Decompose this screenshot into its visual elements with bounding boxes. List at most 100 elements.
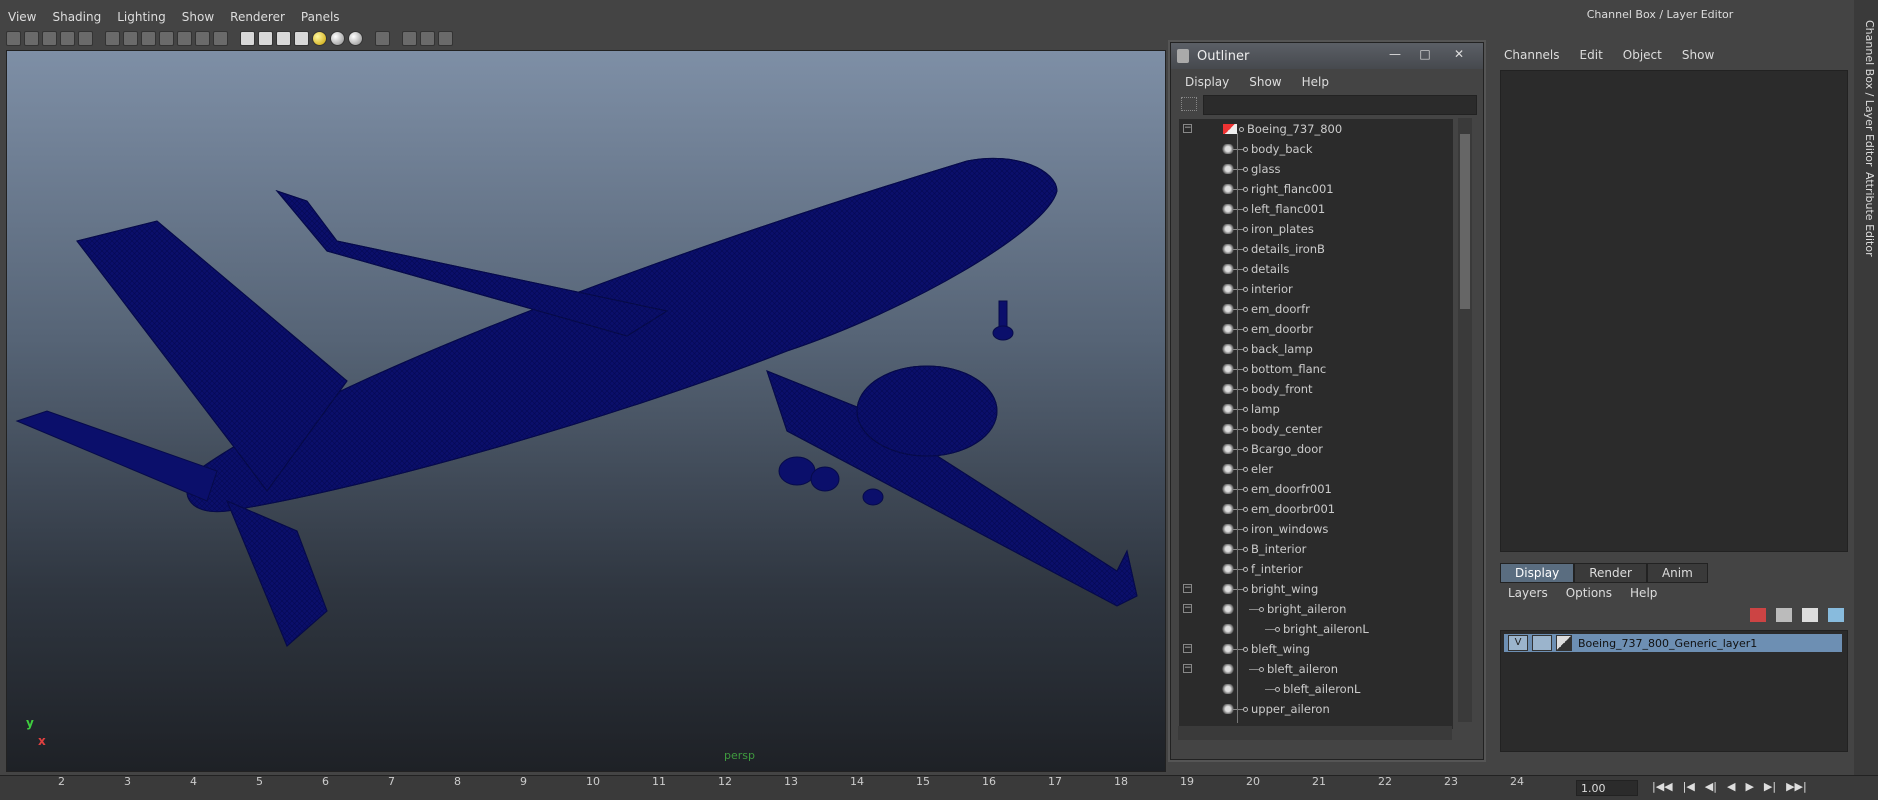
outliner-menu-show[interactable]: Show [1235, 75, 1287, 89]
outliner-item[interactable]: right_flanc001 [1179, 179, 1453, 199]
shadows-icon[interactable] [330, 30, 345, 46]
layer-row[interactable]: V Boeing_737_800_Generic_layer1 [1504, 634, 1842, 652]
collapse-icon[interactable]: − [1183, 604, 1192, 613]
step-forward-frame-button[interactable]: ▶| [1764, 780, 1776, 793]
layer-playback-toggle[interactable] [1532, 635, 1552, 651]
outliner-item[interactable]: em_doorfr001 [1179, 479, 1453, 499]
outliner-item[interactable]: details_ironB [1179, 239, 1453, 259]
outliner-item[interactable]: bright_aileronL [1179, 619, 1453, 639]
layer-color-swatch[interactable] [1556, 635, 1572, 651]
collapse-icon[interactable]: − [1183, 664, 1192, 673]
new-layer-icon[interactable] [1776, 608, 1792, 622]
xray-icon[interactable] [375, 30, 390, 46]
outliner-item[interactable]: eler [1179, 459, 1453, 479]
frame-icon[interactable] [420, 30, 435, 46]
channel-menu-edit[interactable]: Edit [1576, 48, 1619, 66]
outliner-item[interactable]: body_back [1179, 139, 1453, 159]
outliner-menu-display[interactable]: Display [1171, 75, 1235, 89]
outliner-scroll-thumb[interactable] [1460, 134, 1470, 309]
outliner-item[interactable]: em_doorbr001 [1179, 499, 1453, 519]
camera-select-icon[interactable] [6, 30, 21, 46]
share-icon[interactable] [438, 30, 453, 46]
outliner-item[interactable]: body_front [1179, 379, 1453, 399]
side-tab-channel-box[interactable]: Channel Box / Layer Editor [1856, 20, 1876, 167]
outliner-item[interactable]: lamp [1179, 399, 1453, 419]
collapse-icon[interactable]: − [1183, 584, 1192, 593]
layer-visibility-toggle[interactable]: V [1508, 635, 1528, 651]
step-back-key-button[interactable]: |◀ [1683, 780, 1695, 793]
outliner-vertical-scrollbar[interactable] [1458, 118, 1472, 722]
menu-lighting[interactable]: Lighting [109, 10, 174, 24]
outliner-tree[interactable]: − Boeing_737_800 body_back glass right_flanc… [1179, 119, 1453, 729]
textured-icon[interactable] [294, 30, 309, 46]
collapse-icon[interactable]: − [1183, 644, 1192, 653]
gate-mask-icon[interactable] [141, 30, 156, 46]
minimize-icon[interactable]: — [1381, 46, 1409, 62]
menu-panels[interactable]: Panels [293, 10, 348, 24]
safe-title-icon[interactable] [195, 30, 210, 46]
field-chart-icon[interactable] [159, 30, 174, 46]
delete-layer-icon[interactable] [1750, 608, 1766, 622]
channel-menu-channels[interactable]: Channels [1500, 48, 1576, 66]
play-forwards-button[interactable]: ▶ [1745, 780, 1753, 793]
step-back-frame-button[interactable]: ◀| [1705, 780, 1717, 793]
outliner-item[interactable]: − bleft_wing [1179, 639, 1453, 659]
add-to-layer-icon[interactable] [1828, 608, 1844, 622]
menu-view[interactable]: View [0, 10, 44, 24]
channel-box-content[interactable] [1500, 70, 1848, 552]
isolate-select-icon[interactable] [402, 30, 417, 46]
outliner-item[interactable]: Bcargo_door [1179, 439, 1453, 459]
outliner-item[interactable]: B_interior [1179, 539, 1453, 559]
outliner-item[interactable]: interior [1179, 279, 1453, 299]
menu-shading[interactable]: Shading [44, 10, 109, 24]
viewport-scene[interactable] [6, 50, 1166, 772]
film-gate-icon[interactable] [105, 30, 120, 46]
outliner-item[interactable]: glass [1179, 159, 1453, 179]
menu-show[interactable]: Show [174, 10, 222, 24]
outliner-item[interactable]: bottom_flanc [1179, 359, 1453, 379]
outliner-item[interactable]: details [1179, 259, 1453, 279]
time-ruler[interactable]: 2 3 4 5 6 7 8 9 10 11 12 13 14 15 16 17 18 19 20 21 22 23 24 [48, 775, 1588, 799]
go-to-end-button[interactable]: ▶▶| [1786, 780, 1807, 793]
outliner-item[interactable]: − bright_wing [1179, 579, 1453, 599]
channel-menu-show[interactable]: Show [1678, 48, 1730, 66]
bookmarks-icon[interactable] [42, 30, 57, 46]
high-quality-icon[interactable] [348, 30, 363, 46]
lights-icon[interactable] [312, 30, 327, 46]
outliner-item[interactable]: body_center [1179, 419, 1453, 439]
outliner-item[interactable]: left_flanc001 [1179, 199, 1453, 219]
filter-icon[interactable] [1181, 97, 1197, 111]
camera-lock-icon[interactable] [24, 30, 39, 46]
smooth-shade-icon[interactable] [258, 30, 273, 46]
menu-renderer[interactable]: Renderer [222, 10, 293, 24]
play-backwards-button[interactable]: ◀ [1727, 780, 1735, 793]
outliner-search-input[interactable] [1203, 95, 1477, 115]
wireframe-on-shaded-icon[interactable] [276, 30, 291, 46]
grid-toggle-icon[interactable] [78, 30, 93, 46]
text-icon[interactable] [213, 30, 228, 46]
outliner-item[interactable]: upper_aileron [1179, 699, 1453, 719]
current-time-field[interactable]: 1.00 [1576, 780, 1638, 796]
outliner-item[interactable]: f_interior [1179, 559, 1453, 579]
outliner-menu-help[interactable]: Help [1288, 75, 1335, 89]
outliner-titlebar[interactable]: Outliner — □ ✕ [1171, 43, 1483, 69]
create-layer-selected-icon[interactable] [1802, 608, 1818, 622]
outliner-item[interactable]: − bright_aileron [1179, 599, 1453, 619]
outliner-item[interactable]: iron_plates [1179, 219, 1453, 239]
outliner-horizontal-scrollbar[interactable] [1178, 726, 1452, 740]
go-to-start-button[interactable]: |◀◀ [1652, 780, 1673, 793]
tab-anim[interactable]: Anim [1646, 563, 1708, 583]
outliner-item[interactable]: em_doorbr [1179, 319, 1453, 339]
layer-name[interactable]: Boeing_737_800_Generic_layer1 [1578, 637, 1757, 650]
wireframe-icon[interactable] [240, 30, 255, 46]
layer-menu-help[interactable]: Help [1626, 586, 1671, 600]
outliner-item[interactable]: iron_windows [1179, 519, 1453, 539]
resolution-gate-icon[interactable] [123, 30, 138, 46]
channel-menu-object[interactable]: Object [1619, 48, 1678, 66]
layer-menu-options[interactable]: Options [1562, 586, 1626, 600]
safe-action-icon[interactable] [177, 30, 192, 46]
maximize-icon[interactable]: □ [1411, 46, 1439, 62]
side-tab-attribute-editor[interactable]: Attribute Editor [1856, 172, 1876, 257]
collapse-icon[interactable]: − [1183, 124, 1192, 133]
tab-display[interactable]: Display [1500, 563, 1575, 583]
